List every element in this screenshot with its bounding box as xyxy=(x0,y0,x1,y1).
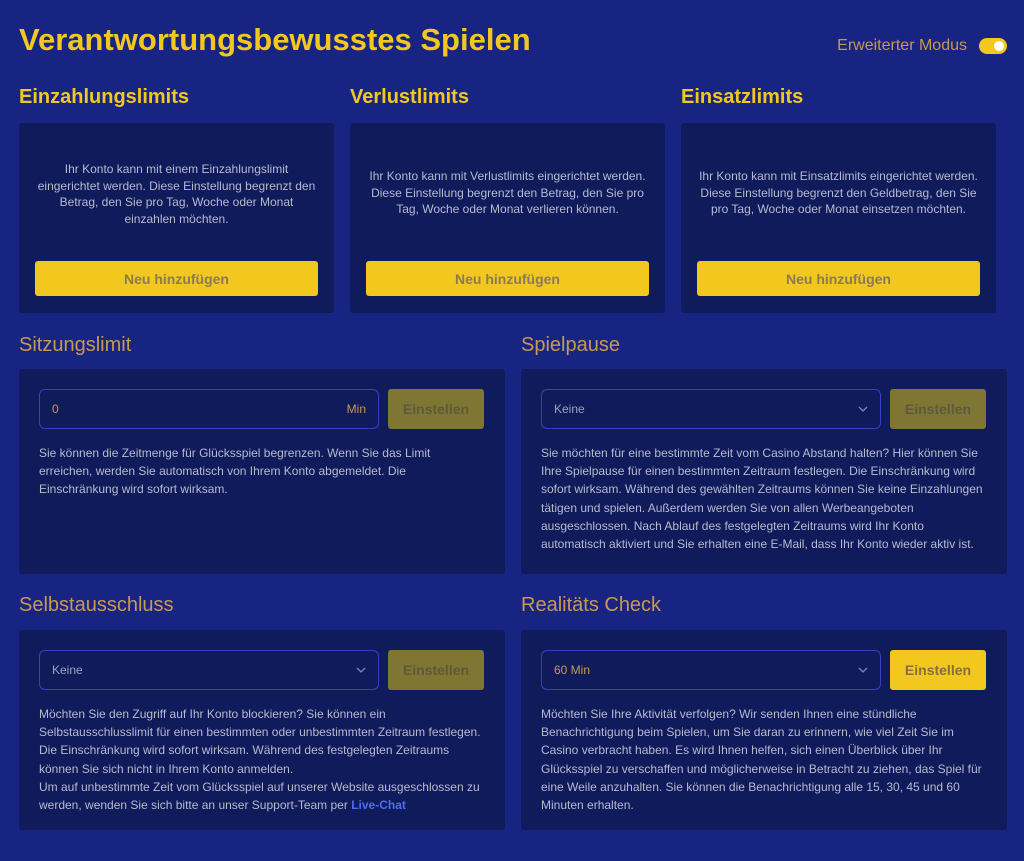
self-exclusion-support-text: Um auf unbestimmte Zeit vom Glücksspiel … xyxy=(39,778,487,814)
advanced-mode-toggle: Erweiterter Modus xyxy=(837,37,1007,55)
game-pause-selected: Keine xyxy=(554,402,585,416)
self-exclusion-description: Möchten Sie den Zugriff auf Ihr Konto bl… xyxy=(39,707,481,776)
loss-add-button[interactable]: Neu hinzufügen xyxy=(366,261,649,296)
reality-check-description: Möchten Sie Ihre Aktivität verfolgen? Wi… xyxy=(541,707,982,813)
game-pause-select[interactable]: Keine xyxy=(541,389,881,429)
session-limit-description: Sie können die Zeitmenge für Glücksspiel… xyxy=(39,446,431,497)
wager-limits-card: Ihr Konto kann mit Einsatzlimits eingeri… xyxy=(681,123,996,313)
game-pause-title: Spielpause xyxy=(521,334,620,356)
loss-limits-title: Verlustlimits xyxy=(350,86,469,108)
chevron-down-icon xyxy=(356,667,366,673)
self-exclusion-set-button[interactable]: Einstellen xyxy=(388,650,484,690)
session-limit-set-button[interactable]: Einstellen xyxy=(388,389,484,429)
advanced-mode-switch[interactable] xyxy=(979,38,1007,54)
self-exclusion-support-sentence: Um auf unbestimmte Zeit vom Glücksspiel … xyxy=(39,779,480,813)
chevron-down-icon xyxy=(858,667,868,673)
session-limit-title: Sitzungslimit xyxy=(19,334,132,356)
advanced-mode-label: Erweiterter Modus xyxy=(837,37,967,54)
loss-limits-description: Ihr Konto kann mit Verlustlimits eingeri… xyxy=(369,169,646,216)
game-pause-description: Sie möchten für eine bestimmte Zeit vom … xyxy=(541,446,983,552)
reality-check-card: 60 Min Einstellen Möchten Sie Ihre Aktiv… xyxy=(521,630,1007,830)
chevron-down-icon xyxy=(858,406,868,412)
self-exclusion-description-block: Möchten Sie den Zugriff auf Ihr Konto bl… xyxy=(39,705,487,814)
session-limit-input[interactable]: 0 Min xyxy=(39,389,379,429)
self-exclusion-card: Keine Einstellen Möchten Sie den Zugriff… xyxy=(19,630,505,830)
reality-check-set-button[interactable]: Einstellen xyxy=(890,650,986,690)
loss-limits-card: Ihr Konto kann mit Verlustlimits eingeri… xyxy=(350,123,665,313)
wager-add-button[interactable]: Neu hinzufügen xyxy=(697,261,980,296)
self-exclusion-select[interactable]: Keine xyxy=(39,650,379,690)
page-title: Verantwortungsbewusstes Spielen xyxy=(19,22,531,57)
deposit-limits-card: Ihr Konto kann mit einem Einzahlungslimi… xyxy=(19,123,334,313)
self-exclusion-title: Selbstausschluss xyxy=(19,594,174,616)
wager-limits-title: Einsatzlimits xyxy=(681,86,804,108)
deposit-add-button[interactable]: Neu hinzufügen xyxy=(35,261,318,296)
deposit-limits-description: Ihr Konto kann mit einem Einzahlungslimi… xyxy=(37,162,316,226)
session-limit-unit: Min xyxy=(346,402,366,416)
game-pause-card: Keine Einstellen Sie möchten für eine be… xyxy=(521,369,1007,574)
game-pause-set-button[interactable]: Einstellen xyxy=(890,389,986,429)
reality-check-select[interactable]: 60 Min xyxy=(541,650,881,690)
reality-check-title: Realitäts Check xyxy=(521,594,662,616)
self-exclusion-selected: Keine xyxy=(52,663,83,677)
reality-check-selected: 60 Min xyxy=(554,663,591,677)
switch-knob xyxy=(994,41,1004,51)
session-limit-value: 0 xyxy=(52,402,59,416)
wager-limits-description: Ihr Konto kann mit Einsatzlimits eingeri… xyxy=(699,169,978,216)
deposit-limits-title: Einzahlungslimits xyxy=(19,86,190,108)
session-limit-card: 0 Min Einstellen Sie können die Zeitmeng… xyxy=(19,369,505,574)
live-chat-link[interactable]: Live-Chat xyxy=(351,798,406,812)
